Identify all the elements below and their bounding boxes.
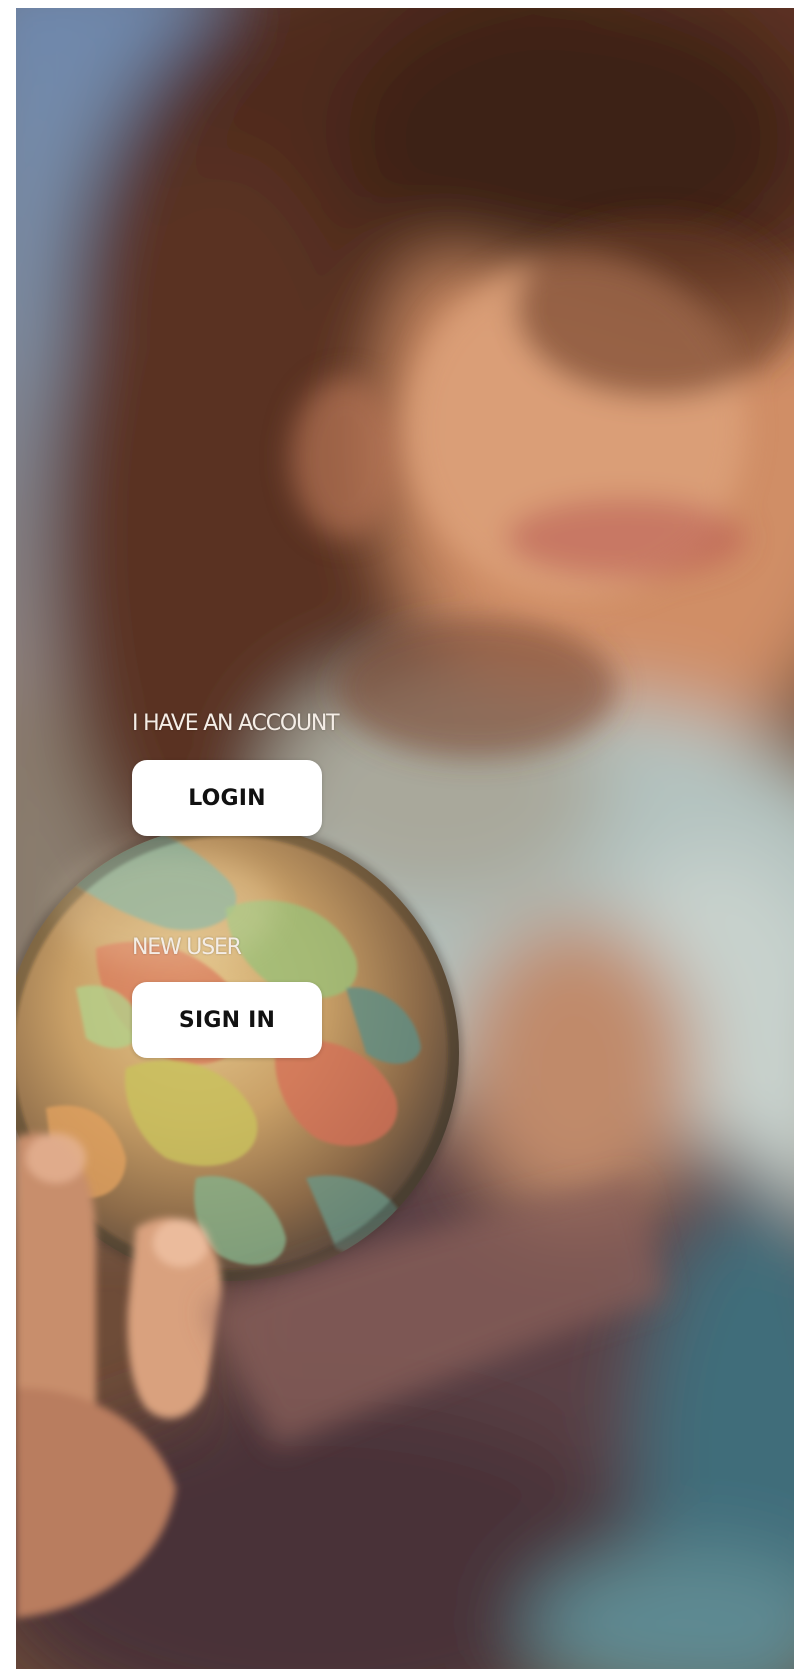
new-user-label: NEW USER — [132, 935, 242, 960]
app-window: I HAVE AN ACCOUNT LOGIN NEW USER SIGN IN — [0, 0, 794, 1669]
sign-in-button[interactable]: SIGN IN — [132, 982, 322, 1058]
login-button[interactable]: LOGIN — [132, 760, 322, 836]
login-screen: I HAVE AN ACCOUNT LOGIN NEW USER SIGN IN — [16, 8, 794, 1669]
account-label: I HAVE AN ACCOUNT — [132, 711, 340, 736]
auth-panel: I HAVE AN ACCOUNT LOGIN NEW USER SIGN IN — [132, 710, 412, 1058]
